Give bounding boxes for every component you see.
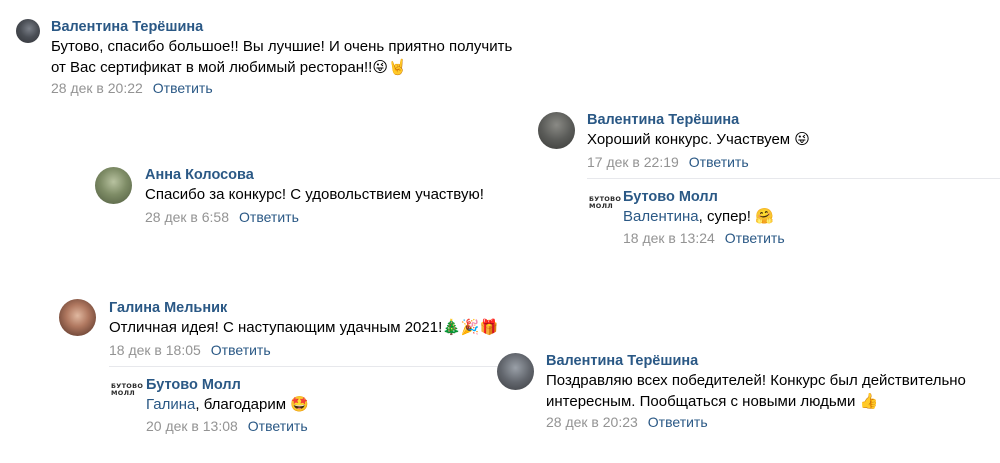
reply-link[interactable]: Ответить: [648, 414, 708, 430]
comment-text-line: Поздравляю всех победителей! Конкурс был…: [546, 372, 966, 389]
comment-date[interactable]: 20 дек в 13:08: [146, 418, 238, 434]
brand-logo[interactable]: БУТОВО МОЛЛ: [111, 383, 143, 397]
reply-text-body: , супер!: [698, 208, 751, 225]
reply-author[interactable]: Бутово Молл: [623, 189, 718, 205]
comment-meta: 28 дек в 6:58 Ответить: [145, 209, 299, 225]
avatar[interactable]: [497, 353, 534, 390]
emoji-icon: 🤗: [755, 208, 774, 225]
comment-text-line: интересным. Пообщаться с новыми людьми: [546, 393, 856, 410]
reply-meta: 20 дек в 13:08 Ответить: [146, 418, 308, 434]
comment-text: Бутово, спасибо большое!! Вы лучшие! И о…: [51, 36, 512, 58]
comment-date[interactable]: 17 дек в 22:19: [587, 154, 679, 170]
comment-text-line: Отличная идея! С наступающим удачным 202…: [109, 319, 443, 336]
comment-text: Отличная идея! С наступающим удачным 202…: [109, 317, 498, 339]
comment-text: Хороший конкурс. Участвуем 😜: [587, 129, 810, 151]
reply-text: Валентина, супер! 🤗: [623, 206, 774, 228]
comment-author[interactable]: Валентина Терёшина: [546, 353, 698, 369]
brand-logo[interactable]: БУТОВО МОЛЛ: [589, 196, 621, 210]
comment-meta: 28 дек в 20:23 Ответить: [546, 414, 708, 430]
avatar[interactable]: [538, 112, 575, 149]
emoji-icon: 😜🤘: [372, 59, 407, 76]
comment-text-line: Хороший конкурс. Участвуем: [587, 131, 791, 148]
comment-author[interactable]: Анна Колосова: [145, 167, 254, 183]
comment-meta: 17 дек в 22:19 Ответить: [587, 154, 749, 170]
reply-text-body: , благодарим: [195, 396, 287, 413]
divider: [587, 178, 1000, 179]
reply-link[interactable]: Ответить: [689, 154, 749, 170]
emoji-icon: 👍: [859, 393, 879, 410]
reply-link[interactable]: Ответить: [211, 342, 271, 358]
comment-text: интересным. Пообщаться с новыми людьми 👍: [546, 391, 878, 413]
comment-text: Поздравляю всех победителей! Конкурс был…: [546, 370, 966, 392]
reply-author[interactable]: Бутово Молл: [146, 377, 241, 393]
reply-link[interactable]: Ответить: [239, 209, 299, 225]
avatar[interactable]: [59, 299, 96, 336]
comment-text-line: от Вас сертификат в мой любимый ресторан…: [51, 59, 373, 76]
reply-text: Галина, благодарим 🤩: [146, 394, 309, 416]
comment-meta: 18 дек в 18:05 Ответить: [109, 342, 271, 358]
comment-text-line: Спасибо за конкурс! С удовольствием учас…: [145, 186, 484, 203]
reply-link[interactable]: Ответить: [725, 230, 785, 246]
comment-author[interactable]: Валентина Терёшина: [587, 112, 739, 128]
logo-text: МОЛЛ: [589, 202, 613, 210]
logo-text: МОЛЛ: [111, 389, 135, 397]
reply-link[interactable]: Ответить: [153, 80, 213, 96]
comment-date[interactable]: 18 дек в 13:24: [623, 230, 715, 246]
emoji-icon: 🤩: [290, 396, 309, 413]
comment-text: Спасибо за конкурс! С удовольствием учас…: [145, 184, 484, 206]
emoji-icon: 😜: [794, 131, 810, 148]
avatar[interactable]: [16, 19, 40, 43]
comment-date[interactable]: 18 дек в 18:05: [109, 342, 201, 358]
comment-text-line: Бутово, спасибо большое!! Вы лучшие! И о…: [51, 38, 513, 55]
mention-link[interactable]: Валентина: [623, 208, 699, 225]
comment-meta: 28 дек в 20:22 Ответить: [51, 80, 213, 96]
reply-meta: 18 дек в 13:24 Ответить: [623, 230, 785, 246]
comment-text: от Вас сертификат в мой любимый ресторан…: [51, 57, 407, 79]
comment-author[interactable]: Галина Мельник: [109, 300, 227, 316]
comment-date[interactable]: 28 дек в 20:23: [546, 414, 638, 430]
comment-date[interactable]: 28 дек в 6:58: [145, 209, 229, 225]
divider: [109, 366, 534, 367]
mention-link[interactable]: Галина: [146, 396, 195, 413]
comment-author[interactable]: Валентина Терёшина: [51, 19, 203, 35]
comment-date[interactable]: 28 дек в 20:22: [51, 80, 143, 96]
emoji-icon: 🎄🎉🎁: [442, 319, 499, 336]
avatar[interactable]: [95, 167, 132, 204]
reply-link[interactable]: Ответить: [248, 418, 308, 434]
